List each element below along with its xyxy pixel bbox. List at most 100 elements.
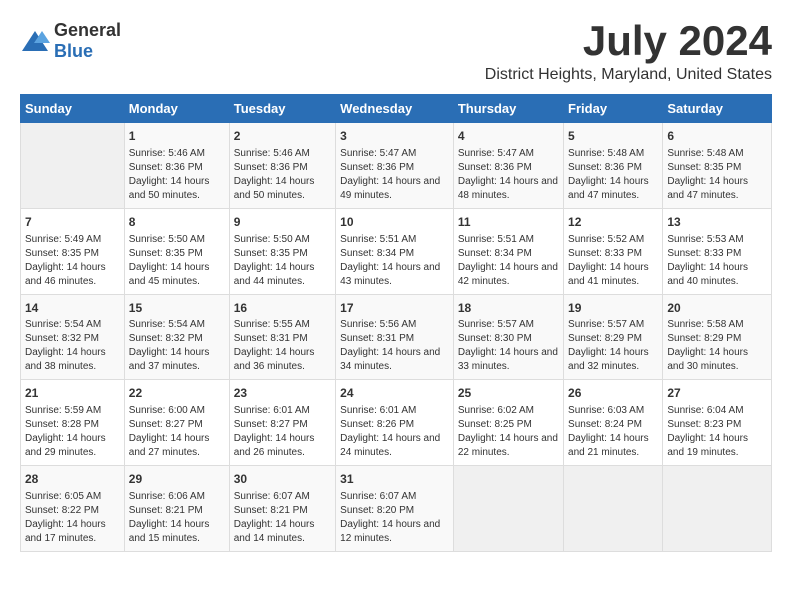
table-cell: 8 Sunrise: 5:50 AMSunset: 8:35 PMDaylight…	[124, 208, 229, 294]
header-sunday: Sunday	[21, 95, 125, 123]
day-info: Sunrise: 6:01 AMSunset: 8:27 PMDaylight:…	[234, 404, 331, 460]
header-tuesday: Tuesday	[229, 95, 335, 123]
day-number: 19	[568, 300, 658, 317]
day-number: 7	[25, 214, 120, 231]
day-info: Sunrise: 5:55 AMSunset: 8:31 PMDaylight:…	[234, 318, 331, 374]
table-cell: 13 Sunrise: 5:53 AMSunset: 8:33 PMDayligh…	[663, 208, 772, 294]
day-info: Sunrise: 5:48 AMSunset: 8:35 PMDaylight:…	[667, 147, 767, 203]
header-monday: Monday	[124, 95, 229, 123]
day-number: 3	[340, 128, 449, 145]
calendar-table: Sunday Monday Tuesday Wednesday Thursday…	[20, 94, 772, 552]
logo-blue: Blue	[54, 41, 93, 61]
day-info: Sunrise: 5:58 AMSunset: 8:29 PMDaylight:…	[667, 318, 767, 374]
day-info: Sunrise: 5:47 AMSunset: 8:36 PMDaylight:…	[340, 147, 449, 203]
day-info: Sunrise: 6:07 AMSunset: 8:21 PMDaylight:…	[234, 490, 331, 546]
header-saturday: Saturday	[663, 95, 772, 123]
day-info: Sunrise: 5:46 AMSunset: 8:36 PMDaylight:…	[129, 147, 225, 203]
table-cell: 29Sunrise: 6:06 AMSunset: 8:21 PMDayligh…	[124, 466, 229, 552]
day-info: Sunrise: 5:56 AMSunset: 8:31 PMDaylight:…	[340, 318, 449, 374]
location-title: District Heights, Maryland, United State…	[485, 66, 772, 84]
day-info: Sunrise: 5:57 AMSunset: 8:29 PMDaylight:…	[568, 318, 658, 374]
table-cell: 19Sunrise: 5:57 AMSunset: 8:29 PMDayligh…	[564, 294, 663, 380]
calendar-row: 1 Sunrise: 5:46 AMSunset: 8:36 PMDaylight…	[21, 123, 772, 209]
day-info: Sunrise: 6:05 AMSunset: 8:22 PMDaylight:…	[25, 490, 120, 546]
table-cell: 11 Sunrise: 5:51 AMSunset: 8:34 PMDayligh…	[453, 208, 563, 294]
table-cell: 27Sunrise: 6:04 AMSunset: 8:23 PMDayligh…	[663, 380, 772, 466]
table-cell: 28 Sunrise: 6:05 AMSunset: 8:22 PMDayligh…	[21, 466, 125, 552]
day-number: 20	[667, 300, 767, 317]
logo-general: General	[54, 20, 121, 40]
table-cell	[453, 466, 563, 552]
day-number: 6	[667, 128, 767, 145]
day-info: Sunrise: 5:59 AMSunset: 8:28 PMDaylight:…	[25, 404, 120, 460]
logo: General Blue	[20, 20, 121, 62]
header-wednesday: Wednesday	[336, 95, 454, 123]
day-number: 2	[234, 128, 331, 145]
day-number: 11	[458, 214, 559, 231]
table-cell: 20Sunrise: 5:58 AMSunset: 8:29 PMDayligh…	[663, 294, 772, 380]
table-cell: 2Sunrise: 5:46 AMSunset: 8:36 PMDaylight…	[229, 123, 335, 209]
day-info: Sunrise: 5:50 AMSunset: 8:35 PMDaylight:…	[234, 233, 331, 289]
table-cell: 22Sunrise: 6:00 AMSunset: 8:27 PMDayligh…	[124, 380, 229, 466]
day-info: Sunrise: 6:01 AMSunset: 8:26 PMDaylight:…	[340, 404, 449, 460]
day-number: 1	[129, 128, 225, 145]
day-info: Sunrise: 5:47 AMSunset: 8:36 PMDaylight:…	[458, 147, 559, 203]
day-number: 27	[667, 385, 767, 402]
table-cell: 10Sunrise: 5:51 AMSunset: 8:34 PMDayligh…	[336, 208, 454, 294]
day-info: Sunrise: 5:51 AMSunset: 8:34 PMDaylight:…	[458, 233, 559, 289]
calendar-row: 28 Sunrise: 6:05 AMSunset: 8:22 PMDayligh…	[21, 466, 772, 552]
day-info: Sunrise: 6:00 AMSunset: 8:27 PMDaylight:…	[129, 404, 225, 460]
day-info: Sunrise: 5:54 AMSunset: 8:32 PMDaylight:…	[129, 318, 225, 374]
header-thursday: Thursday	[453, 95, 563, 123]
logo-text: General Blue	[54, 20, 121, 62]
table-cell	[564, 466, 663, 552]
day-number: 4	[458, 128, 559, 145]
header: General Blue July 2024 District Heights,…	[20, 20, 772, 84]
calendar-body: 1 Sunrise: 5:46 AMSunset: 8:36 PMDaylight…	[21, 123, 772, 552]
day-info: Sunrise: 5:53 AMSunset: 8:33 PMDaylight:…	[667, 233, 767, 289]
day-number: 10	[340, 214, 449, 231]
table-cell: 5 Sunrise: 5:48 AMSunset: 8:36 PMDaylight…	[564, 123, 663, 209]
table-cell: 3 Sunrise: 5:47 AMSunset: 8:36 PMDaylight…	[336, 123, 454, 209]
day-number: 5	[568, 128, 658, 145]
table-cell: 30 Sunrise: 6:07 AMSunset: 8:21 PMDayligh…	[229, 466, 335, 552]
day-number: 12	[568, 214, 658, 231]
day-number: 30	[234, 471, 331, 488]
table-cell: 14Sunrise: 5:54 AMSunset: 8:32 PMDayligh…	[21, 294, 125, 380]
day-number: 8	[129, 214, 225, 231]
table-cell: 9Sunrise: 5:50 AMSunset: 8:35 PMDaylight…	[229, 208, 335, 294]
table-cell: 24 Sunrise: 6:01 AMSunset: 8:26 PMDayligh…	[336, 380, 454, 466]
day-number: 23	[234, 385, 331, 402]
header-row: Sunday Monday Tuesday Wednesday Thursday…	[21, 95, 772, 123]
table-cell: 21 Sunrise: 5:59 AMSunset: 8:28 PMDayligh…	[21, 380, 125, 466]
day-info: Sunrise: 6:02 AMSunset: 8:25 PMDaylight:…	[458, 404, 559, 460]
title-area: July 2024 District Heights, Maryland, Un…	[485, 20, 772, 84]
day-number: 24	[340, 385, 449, 402]
day-info: Sunrise: 5:50 AMSunset: 8:35 PMDaylight:…	[129, 233, 225, 289]
table-cell: 23 Sunrise: 6:01 AMSunset: 8:27 PMDayligh…	[229, 380, 335, 466]
day-info: Sunrise: 5:48 AMSunset: 8:36 PMDaylight:…	[568, 147, 658, 203]
calendar-row: 7Sunrise: 5:49 AMSunset: 8:35 PMDaylight…	[21, 208, 772, 294]
table-cell: 17Sunrise: 5:56 AMSunset: 8:31 PMDayligh…	[336, 294, 454, 380]
day-number: 14	[25, 300, 120, 317]
table-cell: 16Sunrise: 5:55 AMSunset: 8:31 PMDayligh…	[229, 294, 335, 380]
table-cell	[21, 123, 125, 209]
day-number: 26	[568, 385, 658, 402]
month-title: July 2024	[485, 20, 772, 62]
day-info: Sunrise: 6:06 AMSunset: 8:21 PMDaylight:…	[129, 490, 225, 546]
day-info: Sunrise: 5:52 AMSunset: 8:33 PMDaylight:…	[568, 233, 658, 289]
day-number: 21	[25, 385, 120, 402]
day-number: 31	[340, 471, 449, 488]
day-number: 18	[458, 300, 559, 317]
day-info: Sunrise: 6:03 AMSunset: 8:24 PMDaylight:…	[568, 404, 658, 460]
day-number: 16	[234, 300, 331, 317]
table-cell: 1 Sunrise: 5:46 AMSunset: 8:36 PMDaylight…	[124, 123, 229, 209]
table-cell: 7Sunrise: 5:49 AMSunset: 8:35 PMDaylight…	[21, 208, 125, 294]
day-info: Sunrise: 6:07 AMSunset: 8:20 PMDaylight:…	[340, 490, 449, 546]
day-number: 13	[667, 214, 767, 231]
calendar-row: 14 Sunrise: 5:54 AMSunset: 8:32 PMDayligh…	[21, 294, 772, 380]
day-number: 28	[25, 471, 120, 488]
day-number: 25	[458, 385, 559, 402]
table-cell: 6 Sunrise: 5:48 AMSunset: 8:35 PMDaylight…	[663, 123, 772, 209]
day-info: Sunrise: 5:57 AMSunset: 8:30 PMDaylight:…	[458, 318, 559, 374]
